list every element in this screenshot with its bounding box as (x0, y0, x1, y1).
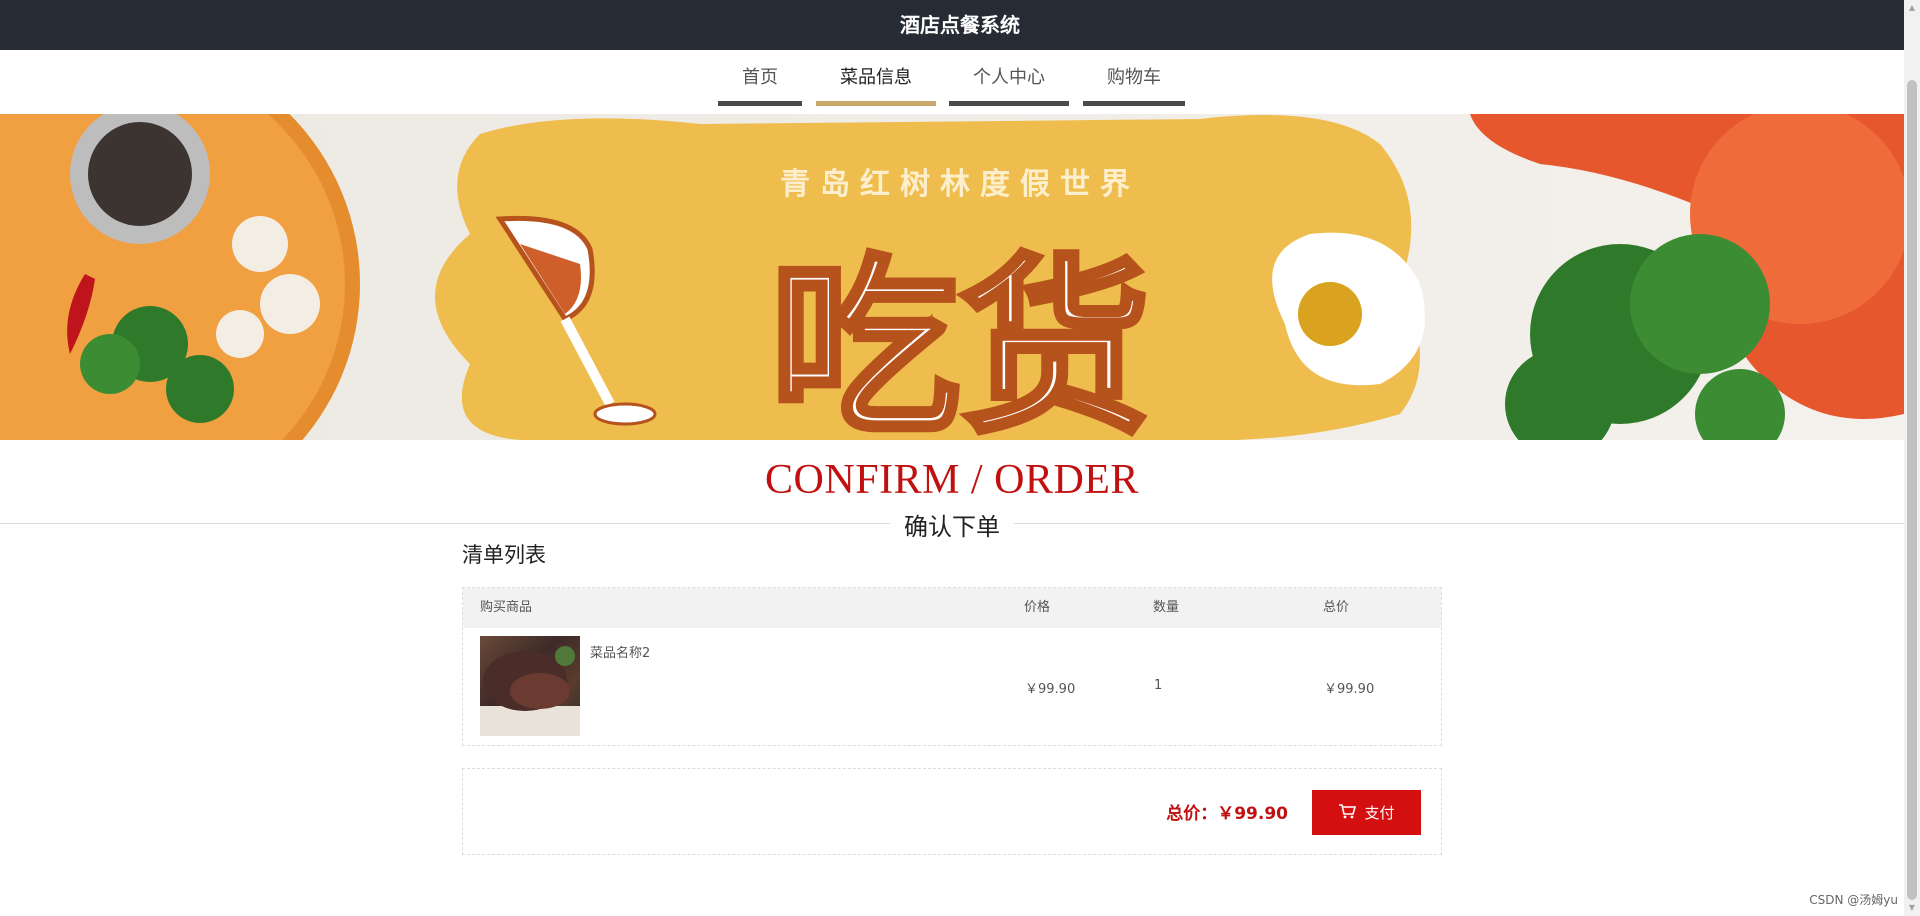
watermark: CSDN @汤姆yu (1809, 893, 1898, 907)
nav-item-label: 个人中心 (973, 67, 1045, 88)
page-scrollbar[interactable]: ▲ ▼ (1904, 0, 1920, 916)
nav-item-label: 首页 (742, 67, 778, 88)
cart-icon (1338, 803, 1357, 823)
section-title: CONFIRM / ORDER (765, 457, 1139, 503)
scrollbar-thumb[interactable] (1907, 80, 1917, 900)
table-row: 菜品名称2 ￥99.90 1 ￥99.90 (463, 636, 1441, 740)
dish-image (480, 646, 580, 736)
app-header: 酒店点餐系统 (0, 0, 1920, 50)
section-subtitle: 确认下单 (890, 507, 1014, 542)
scroll-down-icon[interactable]: ▼ (1907, 902, 1917, 914)
pay-button-label: 支付 (1364, 804, 1395, 822)
dish-qty: 1 (1154, 678, 1163, 693)
dish-name[interactable]: 菜品名称2 (590, 642, 650, 661)
grand-total: 总价：￥99.90 (1166, 799, 1288, 824)
col-price: 价格 (1024, 600, 1051, 615)
scroll-up-icon[interactable]: ▲ (1907, 2, 1917, 14)
dish-price: ￥99.90 (1025, 682, 1076, 697)
app-title: 酒店点餐系统 (900, 13, 1020, 37)
nav-item-cart[interactable]: 购物车 (1083, 50, 1185, 106)
main-nav: 首页 菜品信息 个人中心 购物车 (0, 50, 1904, 106)
dish-total: ￥99.90 (1324, 682, 1375, 697)
cart-table: 购买商品 价格 数量 总价 菜品名称2 ￥99.90 1 ￥99.90 (462, 587, 1442, 746)
total-value: ￥99.90 (1217, 804, 1288, 824)
table-header: 购买商品 价格 数量 总价 (463, 588, 1441, 628)
svg-text:吃货: 吃货 (770, 238, 1150, 440)
col-total: 总价 (1323, 600, 1350, 615)
pay-button[interactable]: 支付 (1312, 790, 1421, 835)
dish-thumbnail[interactable] (480, 636, 580, 736)
col-qty: 数量 (1153, 600, 1180, 615)
total-label: 总价： (1166, 804, 1218, 824)
list-title: 清单列表 (462, 543, 546, 567)
nav-item-label: 菜品信息 (840, 67, 912, 88)
payment-summary: 总价：￥99.90 支付 (462, 768, 1442, 855)
nav-item-dishes[interactable]: 菜品信息 (816, 50, 936, 106)
nav-item-profile[interactable]: 个人中心 (949, 50, 1069, 106)
promo-banner: 吃货 青岛红树林度假世界 (0, 114, 1904, 440)
nav-item-label: 购物车 (1107, 67, 1161, 88)
banner-image: 吃货 青岛红树林度假世界 (0, 114, 1904, 440)
nav-item-home[interactable]: 首页 (718, 50, 802, 106)
svg-text:青岛红树林度假世界: 青岛红树林度假世界 (780, 167, 1140, 202)
col-product: 购买商品 (480, 600, 533, 615)
